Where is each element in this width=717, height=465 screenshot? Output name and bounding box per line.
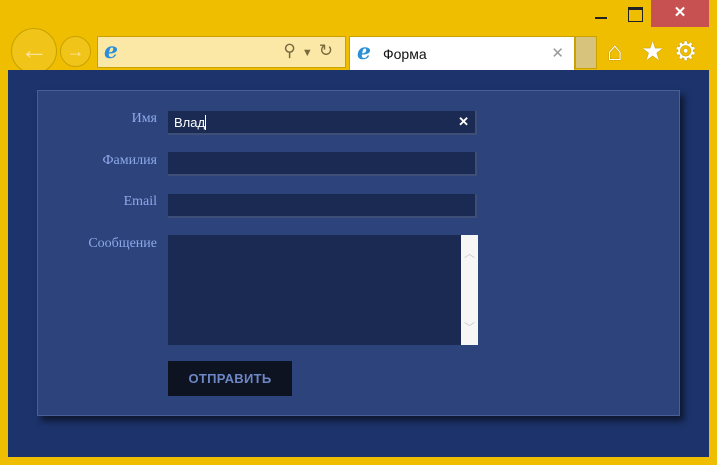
first-name-input[interactable]: Влад ✕ [168, 111, 477, 135]
first-name-label: Имя [131, 111, 157, 126]
star-icon[interactable]: ★ [641, 36, 664, 66]
tab-title: Форма [383, 46, 427, 62]
search-icon[interactable]: ⚲ [283, 41, 301, 60]
chevron-down-icon[interactable]: ﹀ [461, 319, 478, 335]
last-name-input[interactable] [168, 152, 477, 176]
scrollbar[interactable]: ︿ ﹀ [461, 235, 478, 345]
first-name-value: Влад [174, 115, 206, 130]
close-tab-icon[interactable]: ✕ [551, 44, 564, 62]
form-panel: Имя Влад ✕ Фамилия Email Сообщение ︿ ﹀ ОТ… [37, 90, 680, 416]
forward-arrow-icon: → [66, 41, 85, 61]
refresh-icon[interactable]: ↻ [319, 41, 339, 60]
gear-icon[interactable]: ⚙ [674, 36, 697, 66]
close-window-button[interactable]: ✕ [651, 0, 709, 27]
message-label: Сообщение [88, 236, 157, 251]
back-button[interactable]: ← [11, 28, 57, 74]
maximize-button[interactable] [620, 0, 650, 27]
ie-logo-icon: e [357, 39, 371, 65]
ie-logo-icon: e [104, 38, 118, 64]
submit-button[interactable]: ОТПРАВИТЬ [168, 361, 292, 396]
dropdown-icon[interactable]: ▼ [302, 47, 319, 59]
home-icon[interactable]: ⌂ [607, 36, 623, 66]
message-textarea[interactable]: ︿ ﹀ [168, 235, 478, 345]
chevron-up-icon[interactable]: ︿ [461, 245, 478, 261]
tab-forma[interactable]: e Форма ✕ [349, 36, 575, 70]
address-bar[interactable]: e ⚲▼↻ [97, 36, 346, 68]
email-label: Email [123, 194, 157, 209]
minimize-button[interactable] [586, 0, 616, 27]
back-arrow-icon: ← [20, 34, 48, 65]
clear-icon[interactable]: ✕ [458, 114, 469, 130]
new-tab-button[interactable] [575, 36, 597, 69]
last-name-label: Фамилия [102, 153, 157, 168]
email-input[interactable] [168, 194, 477, 218]
forward-button[interactable]: → [60, 36, 91, 67]
